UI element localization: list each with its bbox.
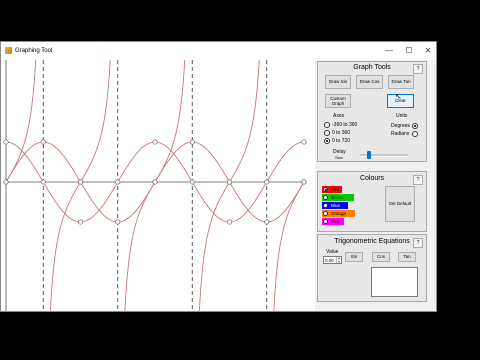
units-radio-radians[interactable] (412, 131, 418, 137)
graph-tools-title: Graph Tools (353, 64, 391, 71)
cos-point (301, 139, 307, 145)
units-label: Units (396, 113, 408, 119)
colours-help-button[interactable]: ? (413, 175, 423, 185)
value-spinner[interactable]: 0.00 ▴ ▾ (323, 256, 342, 264)
tan-point (301, 179, 307, 185)
set-default-button[interactable]: Set Default (385, 186, 415, 222)
delay-sub-label: Size (335, 155, 343, 160)
colour-radio[interactable] (323, 218, 328, 224)
sin-point (40, 139, 46, 145)
sin-point (115, 219, 121, 225)
sin-point (189, 139, 195, 145)
minimize-button[interactable]: — (381, 45, 397, 57)
tan-curve (198, 60, 260, 311)
window-title: Graphing Tool (15, 48, 53, 54)
close-button[interactable]: ✕ (420, 45, 436, 57)
units-option-label: Radians (391, 131, 410, 137)
colour-option-green[interactable]: Green (322, 194, 354, 201)
trig-title: Trigonometric Equations (334, 238, 410, 245)
draw-cos-button[interactable]: Draw Cos (356, 75, 383, 89)
colours-title: Colours (359, 175, 385, 182)
colour-radio[interactable] (323, 194, 328, 200)
tan-point (152, 179, 158, 185)
maximize-button[interactable]: ☐ (401, 45, 417, 57)
cos-point (40, 179, 46, 185)
axes-option-label: -360 to 360 (332, 122, 358, 128)
mouse-cursor-icon: ↖ (395, 92, 402, 101)
trig-equations-panel: Trigonometric Equations ? Value 0.00 ▴ ▾ … (317, 234, 427, 302)
graph-canvas[interactable] (1, 60, 315, 311)
colours-panel: Colours ? Red Green Blue Orange Pink Set Def… (317, 171, 427, 232)
colour-radio[interactable] (323, 186, 328, 192)
colour-label: Red (331, 187, 340, 192)
graph-tools-help-button[interactable]: ? (413, 64, 423, 74)
app-icon (5, 47, 12, 54)
value-text: 0.00 (325, 258, 334, 263)
result-output[interactable] (371, 267, 418, 297)
cos-point (3, 139, 9, 145)
tan-curve (124, 60, 186, 311)
cos-button[interactable]: Cos (372, 252, 390, 262)
tan-curve (273, 182, 305, 311)
cos-point (152, 139, 158, 145)
colour-label: Green (331, 195, 344, 200)
colour-label: Orange (331, 211, 347, 216)
tan-point (227, 179, 233, 185)
colour-label: Blue (331, 203, 341, 208)
sin-button[interactable]: Sin (345, 252, 363, 262)
units-radio-degrees[interactable] (412, 123, 418, 129)
tan-point (78, 179, 84, 185)
delay-slider-thumb[interactable] (366, 151, 371, 159)
graphing-tool-window: Graphing Tool — ☐ ✕ Graph Tools ? Draw S… (0, 41, 437, 312)
axes-option-label: 0 to 360 (332, 130, 351, 136)
cos-point (264, 179, 270, 185)
trig-help-button[interactable]: ? (413, 238, 423, 248)
axes-radio-0-720[interactable] (324, 138, 330, 144)
graph-plot (3, 60, 307, 311)
title-bar[interactable]: Graphing Tool — ☐ ✕ (1, 42, 436, 60)
tan-button[interactable]: Tan (398, 252, 416, 262)
spinner-arrows[interactable]: ▴ ▾ (336, 256, 341, 263)
colour-label: Pink (331, 219, 340, 224)
tan-point (3, 179, 9, 185)
axes-option-label: 0 to 720 (332, 138, 351, 144)
draw-sin-button[interactable]: Draw Sin (325, 75, 351, 89)
cos-point (227, 219, 233, 225)
graph-tools-panel: Graph Tools ? Draw Sin Draw Cos Draw Tan… (317, 61, 427, 162)
units-option-label: Degrees (391, 123, 410, 129)
colour-option-orange[interactable]: Orange (322, 210, 355, 217)
cos-point (189, 179, 195, 185)
custom-graph-button[interactable]: Custom Graph (325, 94, 351, 108)
value-label: Value (326, 249, 339, 255)
sin-point (264, 219, 270, 225)
axes-radio-neg360-360[interactable] (324, 122, 330, 128)
colour-radio[interactable] (323, 210, 328, 216)
colour-option-pink[interactable]: Pink (322, 218, 344, 225)
axes-label: Axes (333, 113, 345, 119)
colour-option-blue[interactable]: Blue (322, 202, 348, 209)
cos-point (78, 219, 84, 225)
axes-radio-0-360[interactable] (324, 130, 330, 136)
colour-radio[interactable] (323, 202, 328, 208)
tan-curve (49, 60, 111, 311)
colour-option-red[interactable]: Red (322, 186, 342, 193)
draw-tan-button[interactable]: Draw Tan (388, 75, 414, 89)
cos-point (115, 179, 121, 185)
